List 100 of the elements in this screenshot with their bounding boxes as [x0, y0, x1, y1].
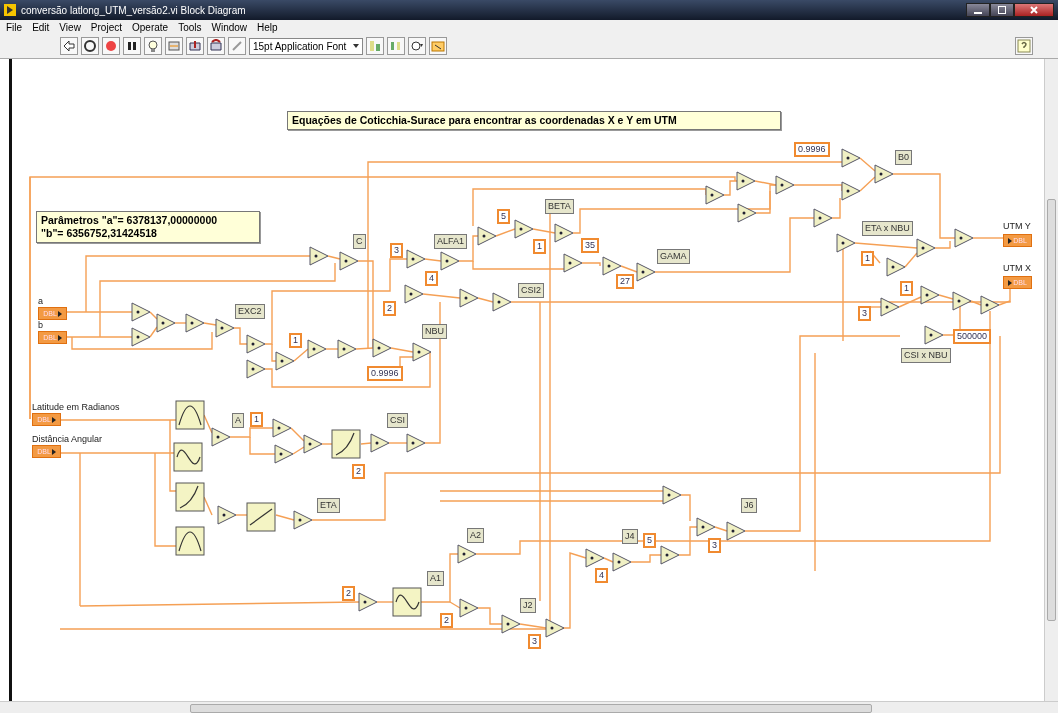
operator-icon[interactable]	[307, 339, 327, 359]
operator-icon[interactable]	[372, 338, 392, 358]
operator-icon[interactable]	[563, 253, 583, 273]
operator-icon[interactable]	[131, 302, 151, 322]
menu-item[interactable]: Window	[211, 21, 248, 33]
operator-icon[interactable]	[406, 249, 426, 269]
pause-icon[interactable]	[123, 37, 141, 55]
function-graph-icon[interactable]	[246, 502, 276, 532]
operator-icon[interactable]	[920, 285, 940, 305]
operator-icon[interactable]	[246, 334, 266, 354]
operator-icon[interactable]	[874, 164, 894, 184]
operator-icon[interactable]	[880, 297, 900, 317]
operator-icon[interactable]	[275, 351, 295, 371]
numeric-constant[interactable]: 0.9996	[794, 142, 830, 157]
numeric-constant[interactable]: 1	[861, 251, 874, 266]
numeric-constant[interactable]: 1	[289, 333, 302, 348]
operator-icon[interactable]	[726, 521, 746, 541]
menu-item[interactable]: Help	[257, 21, 278, 33]
operator-icon[interactable]	[131, 327, 151, 347]
operator-icon[interactable]	[585, 548, 605, 568]
numeric-constant[interactable]: 3	[390, 243, 403, 258]
numeric-constant[interactable]: 1	[900, 281, 913, 296]
operator-icon[interactable]	[457, 544, 477, 564]
operator-icon[interactable]	[736, 171, 756, 191]
numeric-constant[interactable]: 5	[497, 209, 510, 224]
numeric-constant[interactable]: 500000	[953, 329, 992, 344]
operator-icon[interactable]	[696, 517, 716, 537]
numeric-constant[interactable]: 2	[352, 464, 365, 479]
numeric-constant[interactable]: 4	[425, 271, 438, 286]
operator-icon[interactable]	[293, 510, 313, 530]
menu-item[interactable]: Project	[90, 21, 122, 33]
reorder-icon[interactable]	[408, 37, 427, 55]
operator-icon[interactable]	[836, 233, 856, 253]
font-dropdown[interactable]: 15pt Application Font	[249, 37, 364, 55]
menu-item[interactable]: Operate	[132, 21, 169, 33]
operator-icon[interactable]	[309, 246, 329, 266]
function-graph-icon[interactable]	[175, 526, 205, 556]
function-graph-icon[interactable]	[175, 400, 205, 430]
operator-icon[interactable]	[337, 339, 357, 359]
numeric-constant[interactable]: 3	[528, 634, 541, 649]
operator-icon[interactable]	[775, 175, 795, 195]
operator-icon[interactable]	[916, 238, 936, 258]
operator-icon[interactable]	[459, 598, 479, 618]
operator-icon[interactable]	[185, 313, 205, 333]
operator-icon[interactable]	[370, 433, 390, 453]
operator-icon[interactable]	[412, 342, 432, 362]
numeric-constant[interactable]: 2	[342, 586, 355, 601]
operator-icon[interactable]	[339, 251, 359, 271]
close-button[interactable]	[1014, 3, 1054, 17]
numeric-constant[interactable]: 1	[250, 412, 263, 427]
run-arrow-icon[interactable]	[60, 37, 78, 55]
operator-icon[interactable]	[924, 325, 944, 345]
maximize-button[interactable]	[990, 3, 1014, 17]
operator-icon[interactable]	[554, 223, 574, 243]
operator-icon[interactable]	[545, 618, 565, 638]
operator-icon[interactable]	[952, 291, 972, 311]
operator-icon[interactable]	[841, 148, 861, 168]
numeric-constant[interactable]: 27	[616, 274, 634, 289]
operator-icon[interactable]	[404, 284, 424, 304]
operator-icon[interactable]	[813, 208, 833, 228]
operator-icon[interactable]	[886, 257, 906, 277]
operator-icon[interactable]	[156, 313, 176, 333]
operator-icon[interactable]	[954, 228, 974, 248]
numeric-constant[interactable]: 35	[581, 238, 599, 253]
menu-item[interactable]: File	[6, 21, 23, 33]
numeric-constant[interactable]: 0.9996	[367, 366, 403, 381]
function-graph-icon[interactable]	[392, 587, 422, 617]
operator-icon[interactable]	[274, 444, 294, 464]
operator-icon[interactable]	[303, 434, 323, 454]
operator-icon[interactable]	[492, 292, 512, 312]
operator-icon[interactable]	[501, 614, 521, 634]
numeric-constant[interactable]: 1	[533, 239, 546, 254]
function-graph-icon[interactable]	[331, 429, 361, 459]
numeric-constant[interactable]: 2	[440, 613, 453, 628]
align-icon[interactable]	[366, 37, 385, 55]
operator-icon[interactable]	[211, 427, 231, 447]
numeric-constant[interactable]: 3	[858, 306, 871, 321]
scrollbar-thumb[interactable]	[1047, 199, 1056, 621]
function-graph-icon[interactable]	[173, 442, 203, 472]
operator-icon[interactable]	[514, 219, 534, 239]
operator-icon[interactable]	[406, 433, 426, 453]
operator-icon[interactable]	[358, 592, 378, 612]
operator-icon[interactable]	[841, 181, 861, 201]
run-continuously-icon[interactable]	[81, 37, 99, 55]
menu-item[interactable]: View	[59, 21, 81, 33]
operator-icon[interactable]	[459, 288, 479, 308]
light-bulb-icon[interactable]	[144, 37, 162, 55]
operator-icon[interactable]	[705, 185, 725, 205]
operator-icon[interactable]	[217, 505, 237, 525]
operator-icon[interactable]	[246, 359, 266, 379]
operator-icon[interactable]	[662, 485, 682, 505]
operator-icon[interactable]	[477, 226, 497, 246]
operator-icon[interactable]	[636, 262, 656, 282]
numeric-constant[interactable]: 5	[643, 533, 656, 548]
menu-item[interactable]: Edit	[32, 21, 50, 33]
operator-icon[interactable]	[602, 256, 622, 276]
operator-icon[interactable]	[980, 295, 1000, 315]
function-graph-icon[interactable]	[175, 482, 205, 512]
scrollbar-thumb[interactable]	[190, 704, 872, 713]
menu-item[interactable]: Tools	[178, 21, 202, 33]
